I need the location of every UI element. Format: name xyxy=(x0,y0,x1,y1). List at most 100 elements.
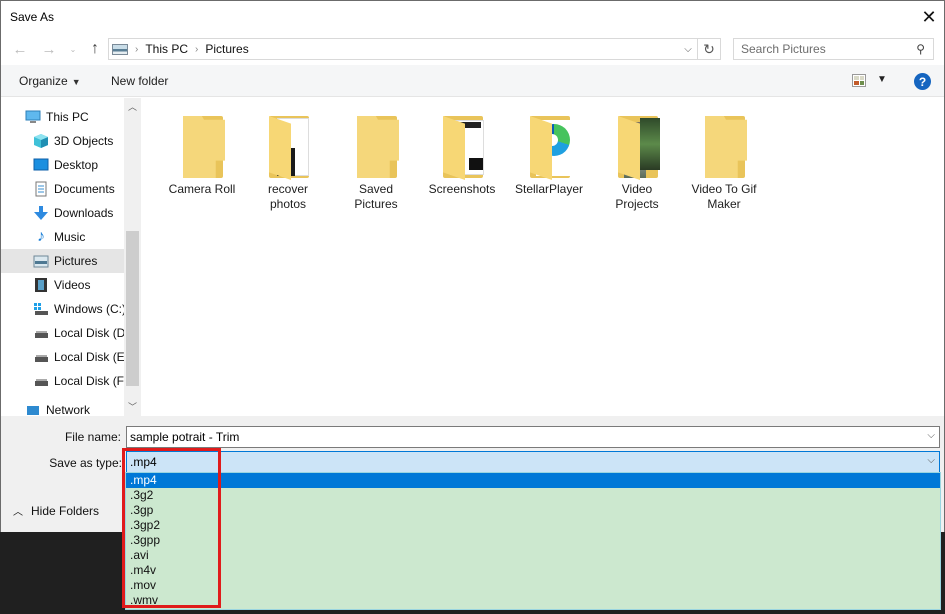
cube-icon xyxy=(33,133,49,149)
breadcrumb-this-pc[interactable]: This PC xyxy=(145,42,188,56)
save-as-type-value: .mp4 xyxy=(130,455,157,469)
sidebar-item-label: Local Disk (D:) xyxy=(54,326,124,340)
breadcrumb-pictures[interactable]: Pictures xyxy=(205,42,248,56)
arrow-right-icon: → xyxy=(41,40,57,58)
scroll-down-arrow-icon[interactable]: ﹀ xyxy=(124,398,141,415)
scrollbar-thumb[interactable] xyxy=(126,231,139,386)
folder-label: Video To Gif Maker xyxy=(691,182,757,211)
file-name-value: sample potrait - Trim xyxy=(130,430,240,444)
sidebar-item-local-disk-f[interactable]: Local Disk (F:) xyxy=(1,369,124,393)
folder-item[interactable]: Saved Pictures xyxy=(333,108,419,212)
organize-button[interactable]: Organize ▼ xyxy=(19,74,81,88)
save-as-type-select[interactable]: .mp4 ⌵ xyxy=(126,451,940,473)
back-button[interactable]: ← xyxy=(10,39,30,59)
folder-label: Camera Roll xyxy=(168,182,236,196)
sidebar-item-documents[interactable]: Documents xyxy=(1,177,124,201)
music-icon: ♪ xyxy=(37,228,45,245)
sidebar-item-pictures[interactable]: Pictures xyxy=(1,249,124,273)
sidebar-item-label: Network xyxy=(46,403,91,416)
sidebar-item-desktop[interactable]: Desktop xyxy=(1,153,124,177)
toolbar: Organize ▼ New folder ▼ xyxy=(1,65,944,97)
folder-with-edge-logo-icon xyxy=(524,108,574,180)
dropdown-option[interactable]: .wmv xyxy=(126,593,940,608)
scroll-up-arrow-icon[interactable]: ︿ xyxy=(124,98,141,115)
folder-item[interactable]: StellarPlayer xyxy=(506,108,592,197)
document-icon xyxy=(33,181,49,197)
hide-folders-button[interactable]: ︿ Hide Folders xyxy=(13,503,100,519)
sidebar-item-3d-objects[interactable]: 3D Objects xyxy=(1,129,124,153)
sidebar-item-label: Videos xyxy=(54,278,91,292)
folder-item[interactable]: Video To Gif Maker xyxy=(681,108,767,212)
refresh-icon: ↻ xyxy=(703,40,715,57)
file-name-input[interactable]: sample potrait - Trim ⌵ xyxy=(126,426,940,448)
desktop-icon xyxy=(33,157,49,173)
new-folder-button[interactable]: New folder xyxy=(111,74,168,88)
dropdown-option[interactable]: .mov xyxy=(126,578,940,593)
navigation-pane-scrollbar[interactable]: ︿ ﹀ xyxy=(124,98,141,416)
sidebar-item-label: Music xyxy=(54,230,86,244)
dropdown-option[interactable]: .mp4 xyxy=(126,473,940,488)
folder-with-screenshots-icon xyxy=(437,108,487,180)
file-name-label: File name: xyxy=(64,430,121,444)
forward-button[interactable]: → xyxy=(39,39,59,59)
folder-item[interactable]: Camera Roll xyxy=(159,108,245,197)
network-icon xyxy=(25,403,41,416)
pictures-location-icon xyxy=(112,43,128,55)
arrow-left-icon: ← xyxy=(12,40,28,58)
sidebar-item-music[interactable]: ♪ Music xyxy=(1,225,124,249)
folder-item[interactable]: Screenshots xyxy=(419,108,505,197)
help-button[interactable]: ? xyxy=(914,73,931,90)
breadcrumb-separator-icon: › xyxy=(195,43,199,55)
sidebar-item-label: Pictures xyxy=(54,254,98,268)
navigation-bar: ← → ⌄ ↑ › This PC › Pictures ⌵ ↻ Search … xyxy=(1,33,944,65)
folder-icon xyxy=(699,108,749,180)
sidebar-item-network[interactable]: Network xyxy=(1,403,124,416)
title-bar: Save As ✕ xyxy=(1,1,944,33)
folder-item[interactable]: recover photos xyxy=(245,108,331,212)
sidebar-item-windows-c[interactable]: Windows (C:) xyxy=(1,297,124,321)
dropdown-option[interactable]: .3gp xyxy=(126,503,940,518)
breadcrumb-separator-icon: › xyxy=(135,43,139,55)
refresh-button[interactable]: ↻ xyxy=(698,38,721,60)
sidebar-item-this-pc[interactable]: This PC xyxy=(1,105,124,129)
up-button[interactable]: ↑ xyxy=(85,39,105,59)
address-dropdown-button[interactable]: ⌵ xyxy=(679,39,697,59)
search-input[interactable]: Search Pictures ⚲ xyxy=(733,38,934,60)
address-bar[interactable]: › This PC › Pictures ⌵ xyxy=(108,38,698,60)
sidebar-item-local-disk-d[interactable]: Local Disk (D:) xyxy=(1,321,124,345)
chevron-down-icon[interactable]: ⌵ xyxy=(927,455,935,466)
folder-label: StellarPlayer xyxy=(514,182,584,196)
sidebar-item-local-disk-e[interactable]: Local Disk (E:) xyxy=(1,345,124,369)
save-as-type-label: Save as type: xyxy=(49,456,122,470)
save-as-type-dropdown-list: .mp4 .3g2 .3gp .3gp2 .3gpp .avi .m4v .mo… xyxy=(125,472,941,610)
chevron-up-icon: ︿ xyxy=(13,507,23,518)
computer-icon xyxy=(25,109,41,125)
view-options-caret-icon[interactable]: ▼ xyxy=(877,74,887,85)
drive-icon xyxy=(33,325,49,341)
file-list: Camera Roll recover photos Saved Pictures … xyxy=(143,98,944,416)
dropdown-option[interactable]: .m4v xyxy=(126,563,940,578)
change-view-button[interactable] xyxy=(852,74,866,87)
recent-locations-button[interactable]: ⌄ xyxy=(63,39,83,59)
folder-with-photos-icon xyxy=(612,108,662,180)
dropdown-option[interactable]: .3gp2 xyxy=(126,518,940,533)
dropdown-option[interactable]: .3g2 xyxy=(126,488,940,503)
navigation-pane: This PC 3D Objects Desktop Documents Dow… xyxy=(1,98,141,416)
dropdown-option[interactable]: .avi xyxy=(126,548,940,563)
drive-icon xyxy=(33,373,49,389)
sidebar-item-videos[interactable]: Videos xyxy=(1,273,124,297)
dropdown-option[interactable]: .3gpp xyxy=(126,533,940,548)
sidebar-item-label: Downloads xyxy=(54,206,114,220)
sidebar-item-label: Windows (C:) xyxy=(54,302,124,316)
folder-label: recover photos xyxy=(267,182,308,211)
folder-item[interactable]: Video Projects xyxy=(594,108,680,212)
folder-with-documents-icon xyxy=(263,108,313,180)
sidebar-item-downloads[interactable]: Downloads xyxy=(1,201,124,225)
hide-folders-label: Hide Folders xyxy=(31,503,100,518)
chevron-down-icon: ⌄ xyxy=(69,44,77,54)
save-as-dialog: Save As ✕ ← → ⌄ ↑ › This PC › Pictures ⌵… xyxy=(0,0,945,532)
close-button[interactable]: ✕ xyxy=(914,1,944,33)
chevron-down-icon[interactable]: ⌵ xyxy=(927,430,935,441)
arrow-up-icon: ↑ xyxy=(91,40,99,57)
sidebar-item-label: Local Disk (F:) xyxy=(54,374,124,388)
